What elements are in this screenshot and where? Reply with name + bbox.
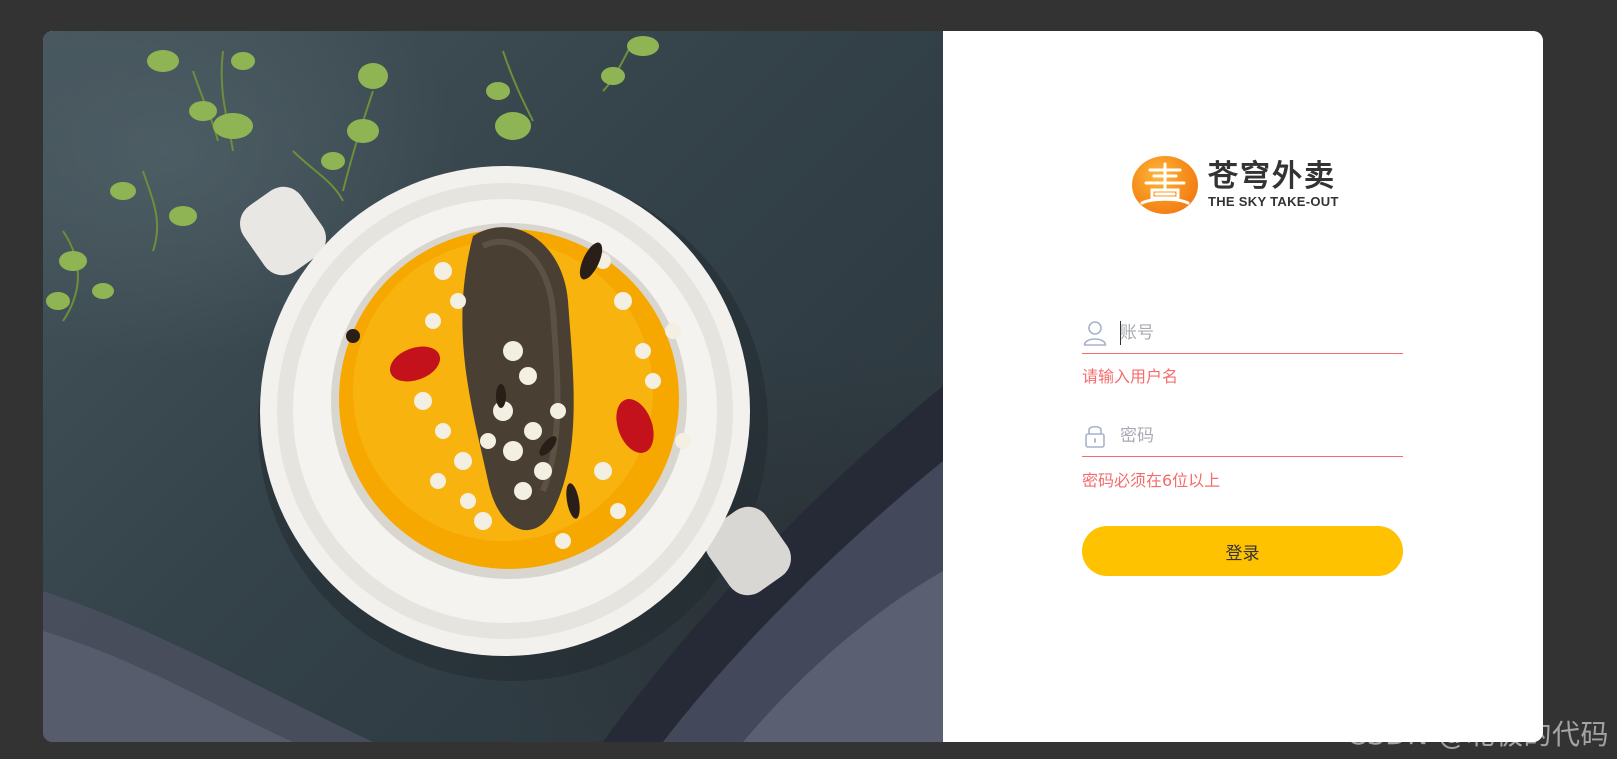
brand-logo-badge <box>1132 156 1198 214</box>
password-error-message: 密码必须在6位以上 <box>1082 471 1221 490</box>
user-icon <box>1082 318 1108 348</box>
brand-name-en: THE SKY TAKE-OUT <box>1208 194 1339 209</box>
password-field <box>1082 416 1403 457</box>
longevity-emblem-icon <box>1140 162 1190 205</box>
text-caret <box>1120 321 1121 345</box>
lock-icon <box>1082 421 1108 451</box>
username-error-message: 请输入用户名 <box>1082 367 1179 386</box>
password-input[interactable] <box>1120 421 1390 451</box>
login-button[interactable]: 登录 <box>1082 526 1403 576</box>
login-panel: 苍穹外卖 THE SKY TAKE-OUT 请输入用户名 <box>943 31 1543 742</box>
watermark-text: CSDN @北极的代码 <box>1346 718 1609 751</box>
login-card: 苍穹外卖 THE SKY TAKE-OUT 请输入用户名 <box>43 31 1543 742</box>
username-field <box>1082 313 1403 354</box>
page-background: 苍穹外卖 THE SKY TAKE-OUT 请输入用户名 <box>0 0 1617 759</box>
brand-name-cn: 苍穹外卖 <box>1208 159 1336 194</box>
brand-logo: 苍穹外卖 THE SKY TAKE-OUT <box>1132 154 1372 216</box>
food-banner-image <box>43 31 943 742</box>
food-illustration <box>43 36 943 742</box>
username-input[interactable] <box>1120 318 1390 348</box>
